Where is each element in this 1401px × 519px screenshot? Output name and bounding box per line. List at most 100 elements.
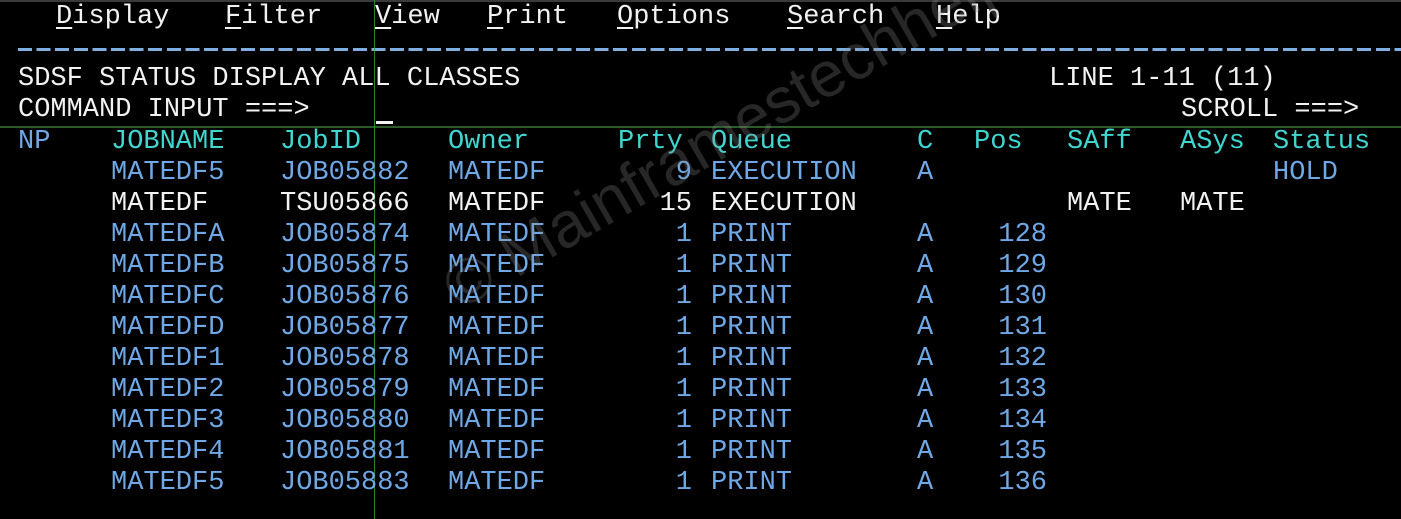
menu-item-search[interactable]: Search (787, 2, 884, 33)
cell-owner: MATEDF (448, 158, 546, 188)
cell-queue: PRINT (711, 220, 793, 250)
cell-owner: MATEDF (448, 220, 546, 250)
panel-title: SDSF STATUS DISPLAY ALL CLASSES (18, 64, 521, 94)
cell-jobid: JOB05874 (280, 220, 410, 250)
text-cursor (376, 121, 393, 124)
cell-pos: 128 (998, 220, 1047, 250)
np-command-field[interactable] (18, 440, 93, 465)
menu-label-rest: elp (952, 2, 1001, 32)
np-command-field[interactable] (18, 285, 93, 310)
menu-hotkey: O (617, 2, 634, 32)
column-header-jobid[interactable]: JobID (280, 127, 361, 158)
cell-c: A (917, 158, 934, 188)
command-input[interactable] (376, 97, 936, 123)
menu-item-help[interactable]: Help (936, 2, 1001, 33)
column-header-pos[interactable]: Pos (974, 127, 1023, 158)
menu-hotkey: S (787, 2, 804, 32)
cell-queue: EXECUTION (711, 158, 857, 188)
np-command-field[interactable] (18, 254, 93, 279)
menu-label-rest: rint (503, 2, 569, 32)
cell-jobname: MATEDF (111, 189, 209, 219)
menu-label-rest: isplay (72, 2, 170, 32)
cell-prty: 1 (675, 313, 692, 343)
cell-prty: 1 (675, 251, 692, 281)
cell-prty: 1 (675, 220, 692, 250)
menu-label-rest: earch (803, 2, 885, 32)
cell-jobname: MATEDF1 (111, 344, 225, 374)
cell-jobid: JOB05882 (280, 158, 410, 188)
np-command-field[interactable] (18, 223, 93, 248)
np-command-field[interactable] (18, 161, 93, 186)
cell-c: A (917, 375, 934, 405)
column-header-queue[interactable]: Queue (711, 127, 792, 158)
menu-label-rest: ptions (633, 2, 731, 32)
cell-owner: MATEDF (448, 375, 546, 405)
np-command-field[interactable] (18, 471, 93, 496)
menu-hotkey: H (936, 2, 953, 32)
cell-owner: MATEDF (448, 189, 546, 219)
menu-item-view[interactable]: View (375, 2, 440, 33)
cell-queue: PRINT (711, 313, 793, 343)
cell-prty: 15 (659, 189, 692, 219)
cell-owner: MATEDF (448, 313, 546, 343)
cell-jobid: JOB05880 (280, 406, 410, 436)
cell-c: A (917, 437, 934, 467)
cell-queue: PRINT (711, 344, 793, 374)
cell-jobid: JOB05877 (280, 313, 410, 343)
cell-jobname: MATEDFB (111, 251, 225, 281)
cell-c: A (917, 251, 934, 281)
column-header-c[interactable]: C (917, 127, 933, 158)
cell-c: A (917, 282, 934, 312)
menu-item-display[interactable]: Display (56, 2, 169, 33)
menu-label-rest: ilter (241, 2, 323, 32)
cell-owner: MATEDF (448, 344, 546, 374)
cell-jobname: MATEDF2 (111, 375, 225, 405)
np-command-field[interactable] (18, 316, 93, 341)
cell-pos: 132 (998, 344, 1047, 374)
cell-pos: 133 (998, 375, 1047, 405)
cell-jobname: MATEDF5 (111, 158, 225, 188)
cell-jobid: JOB05883 (280, 468, 410, 498)
column-header-owner[interactable]: Owner (448, 127, 529, 158)
cell-asys: MATE (1180, 189, 1245, 219)
cell-prty: 1 (675, 282, 692, 312)
cell-jobid: JOB05879 (280, 375, 410, 405)
scroll-input[interactable] (1390, 97, 1400, 123)
cell-jobid: JOB05881 (280, 437, 410, 467)
np-command-field[interactable] (18, 409, 93, 434)
cell-owner: MATEDF (448, 282, 546, 312)
cell-prty: 9 (675, 158, 692, 188)
np-command-field[interactable] (18, 378, 93, 403)
column-header-saff[interactable]: SAff (1067, 127, 1132, 158)
menu-item-options[interactable]: Options (617, 2, 730, 33)
column-header-np[interactable]: NP (18, 127, 50, 158)
cell-jobid: JOB05876 (280, 282, 410, 312)
np-command-field[interactable] (18, 192, 93, 217)
cell-prty: 1 (675, 375, 692, 405)
menu-hotkey: D (56, 2, 73, 32)
cell-jobname: MATEDFD (111, 313, 225, 343)
column-header-jobname[interactable]: JOBNAME (111, 127, 224, 158)
cell-queue: PRINT (711, 282, 793, 312)
cell-jobname: MATEDF3 (111, 406, 225, 436)
cell-prty: 1 (675, 437, 692, 467)
menu-item-filter[interactable]: Filter (225, 2, 322, 33)
menu-item-print[interactable]: Print (487, 2, 568, 33)
scroll-label: SCROLL ===> (1181, 95, 1360, 125)
column-header-asys[interactable]: ASys (1180, 127, 1245, 158)
menu-hotkey: F (225, 2, 242, 32)
np-command-field[interactable] (18, 347, 93, 372)
cell-queue: PRINT (711, 375, 793, 405)
cell-owner: MATEDF (448, 406, 546, 436)
cell-pos: 129 (998, 251, 1047, 281)
menu-label-rest: iew (391, 2, 440, 32)
cell-saff: MATE (1067, 189, 1132, 219)
cell-jobid: JOB05875 (280, 251, 410, 281)
column-header-prty[interactable]: Prty (618, 127, 683, 158)
cell-jobname: MATEDF5 (111, 468, 225, 498)
column-header-status[interactable]: Status (1273, 127, 1370, 158)
cell-queue: PRINT (711, 406, 793, 436)
cell-c: A (917, 313, 934, 343)
cell-jobname: MATEDFC (111, 282, 225, 312)
cell-queue: PRINT (711, 468, 793, 498)
